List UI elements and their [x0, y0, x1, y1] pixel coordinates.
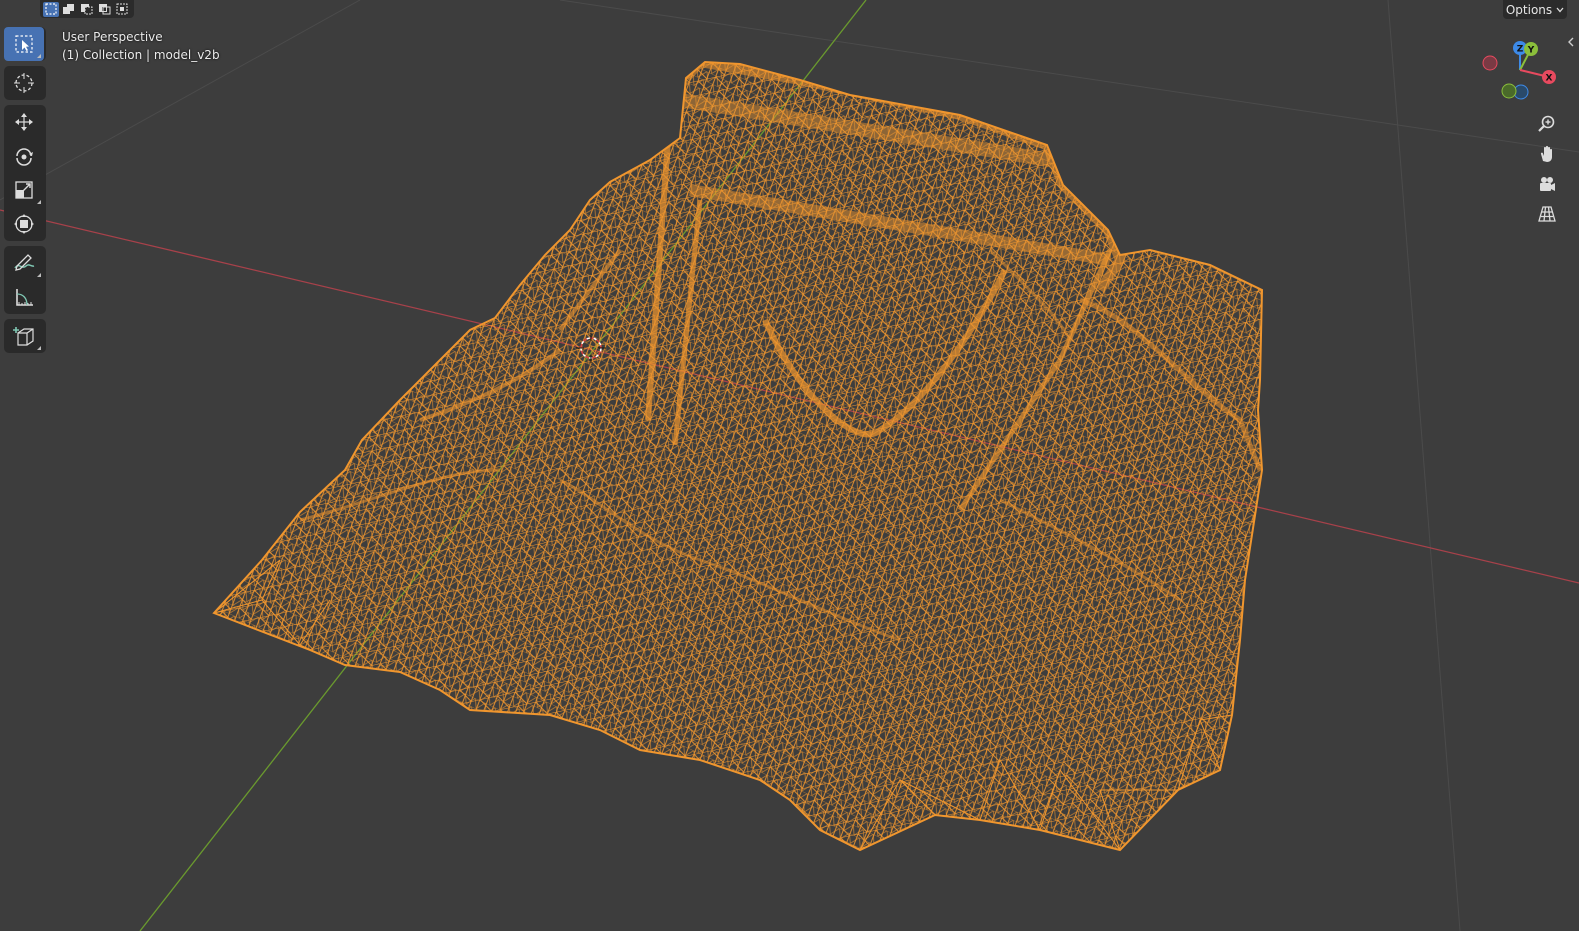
collection-info: (1) Collection | model_v2b — [62, 48, 220, 62]
y-axis-label: Y — [1527, 46, 1535, 56]
rotate-tool[interactable] — [4, 139, 44, 173]
select-box-tool[interactable] — [4, 27, 44, 61]
transform-tool[interactable] — [4, 207, 44, 241]
zoom-icon — [1538, 115, 1555, 132]
tool-group-add — [4, 319, 46, 353]
add-cube-tool[interactable] — [4, 319, 44, 353]
select-box-icon — [15, 35, 33, 53]
terrain-mesh-wireframe[interactable] — [200, 50, 1280, 870]
mode-extend-button[interactable] — [61, 2, 77, 17]
tool-shelf — [4, 27, 46, 358]
sidebar-toggle[interactable] — [1561, 33, 1579, 51]
scene-canvas[interactable] — [0, 0, 1579, 931]
cursor-icon — [14, 73, 34, 93]
neg-y-axis-handle[interactable] — [1501, 83, 1517, 99]
hand-pan-icon — [1540, 145, 1552, 162]
select-extend-icon — [63, 4, 74, 14]
move-icon — [15, 113, 33, 131]
zoom-button[interactable] — [1533, 110, 1561, 138]
navigation-buttons — [1533, 110, 1563, 230]
measure-tool[interactable] — [4, 280, 44, 314]
neg-x-axis-handle[interactable] — [1482, 55, 1498, 71]
mode-difference-button[interactable] — [97, 2, 113, 17]
tool-group-cursor — [4, 66, 46, 100]
transform-icon — [14, 214, 34, 234]
add-cube-icon — [13, 327, 34, 346]
measure-icon — [16, 289, 33, 306]
camera-view-button[interactable] — [1533, 170, 1561, 198]
mode-set-new-button[interactable] — [43, 1, 59, 17]
rotate-icon — [16, 148, 33, 166]
annotate-tool[interactable] — [4, 246, 44, 280]
move-tool[interactable] — [4, 105, 44, 139]
tool-group-transform — [4, 105, 46, 241]
select-intersect-icon — [116, 3, 128, 15]
grid-perspective-icon — [1538, 206, 1556, 222]
chevron-left-icon — [1568, 37, 1574, 47]
pan-button[interactable] — [1533, 140, 1561, 168]
view-name: User Perspective — [62, 30, 163, 44]
scale-icon — [15, 181, 33, 199]
options-dropdown[interactable]: Options — [1503, 0, 1567, 19]
navigation-gizmo[interactable]: Z Y X — [1475, 35, 1565, 110]
select-new-icon — [45, 3, 57, 15]
camera-icon — [1540, 177, 1555, 191]
mode-intersect-button[interactable] — [115, 2, 131, 17]
z-axis-label: Z — [1517, 45, 1524, 55]
select-subtract-icon — [81, 4, 93, 15]
tool-group-annotate — [4, 246, 46, 314]
selection-mode-group — [40, 0, 134, 18]
tool-group-select — [4, 27, 46, 61]
cursor-tool[interactable] — [4, 66, 44, 100]
x-axis-label: X — [1546, 74, 1553, 84]
3d-viewport[interactable]: Options User Perspective (1) Collection … — [0, 0, 1579, 931]
viewport-info: User Perspective (1) Collection | model_… — [62, 28, 220, 64]
mode-subtract-button[interactable] — [79, 2, 95, 17]
options-label: Options — [1505, 2, 1553, 17]
perspective-toggle-button[interactable] — [1533, 200, 1561, 228]
annotate-icon — [14, 254, 35, 271]
chevron-down-icon — [1556, 7, 1564, 12]
select-difference-icon — [99, 4, 111, 15]
scale-tool[interactable] — [4, 173, 44, 207]
